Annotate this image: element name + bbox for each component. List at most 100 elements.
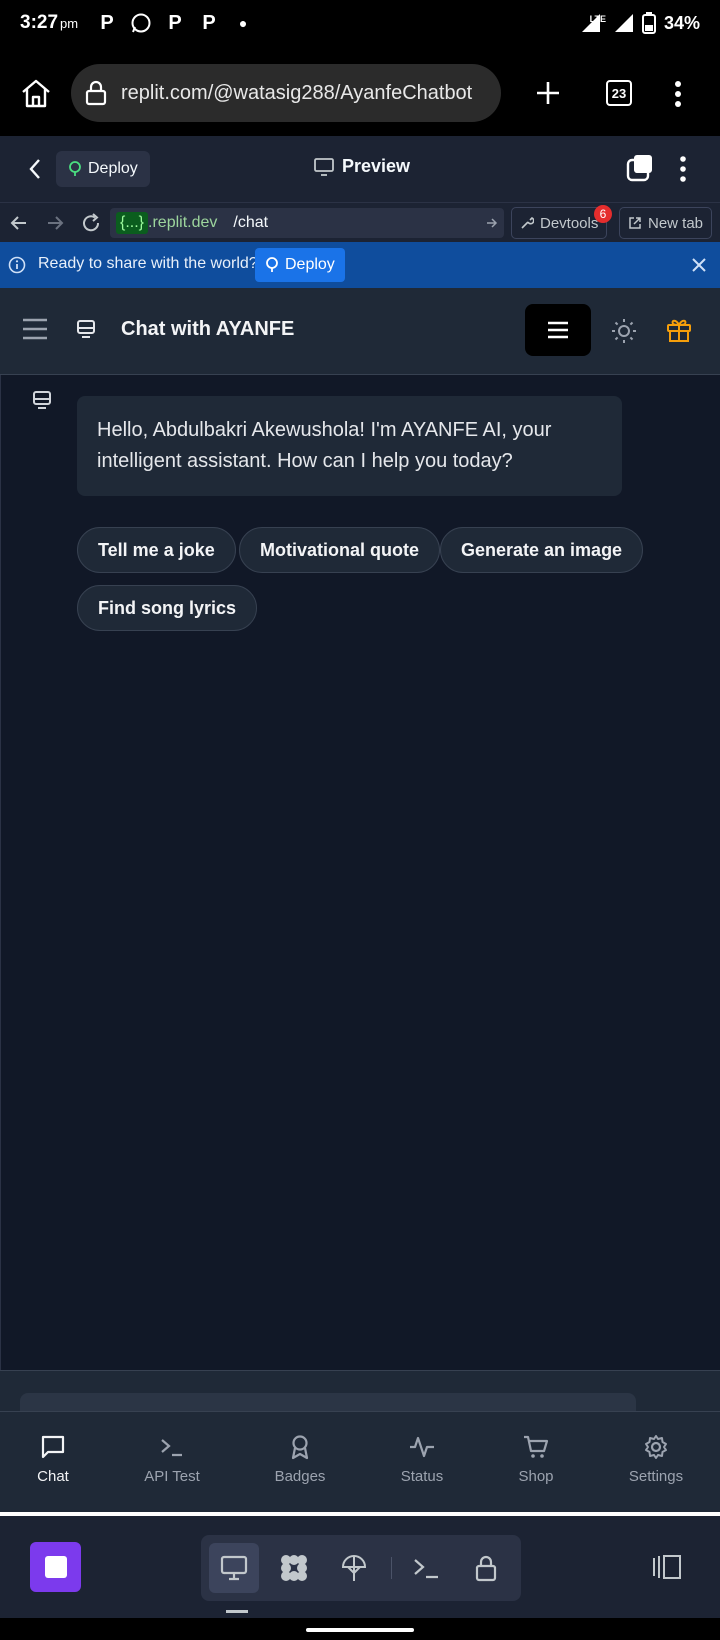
deploy-icon xyxy=(69,161,81,176)
nav-back-icon[interactable] xyxy=(10,215,28,231)
new-tab-button[interactable]: New tab xyxy=(619,207,713,239)
nav-shop-label: Shop xyxy=(518,1468,554,1485)
app-header: Chat with AYANFE xyxy=(0,288,720,375)
nav-forward-icon[interactable] xyxy=(46,215,64,231)
devtools-label: Devtools xyxy=(540,214,599,232)
secrets-tool-button[interactable] xyxy=(461,1543,511,1593)
new-tab-label: New tab xyxy=(648,214,704,232)
preview-url-field[interactable]: {...} .replit.dev /chat xyxy=(110,208,504,238)
lock-icon xyxy=(85,80,107,106)
page-title: Chat with AYANFE xyxy=(121,318,295,340)
info-icon xyxy=(8,256,26,274)
tabs-overview-icon[interactable] xyxy=(626,154,654,182)
badge-icon xyxy=(291,1435,309,1460)
home-icon[interactable] xyxy=(20,78,52,108)
deploy-button[interactable]: Deploy xyxy=(56,151,150,187)
suggestion-joke[interactable]: Tell me a joke xyxy=(77,527,236,573)
status-time: 3:27 xyxy=(20,12,59,33)
terminal-icon xyxy=(161,1439,182,1457)
split-pane-icon[interactable] xyxy=(650,1554,682,1580)
devtools-badge: 6 xyxy=(594,205,612,223)
message-input[interactable] xyxy=(20,1393,636,1413)
new-tab-plus-icon[interactable] xyxy=(535,80,561,106)
bottom-nav: Chat API Test Badges Status Shop Setting… xyxy=(0,1411,720,1512)
banner-deploy-label: Deploy xyxy=(285,256,335,273)
whatsapp-icon xyxy=(130,12,152,34)
deploy-banner: Ready to share with the world? Deploy xyxy=(0,242,720,288)
workspace-tools xyxy=(201,1535,521,1601)
activity-icon xyxy=(410,1436,434,1458)
nav-settings-label: Settings xyxy=(628,1468,684,1485)
battery-percent: 34% xyxy=(663,12,700,33)
status-bar: 3:27 pm P P P ● LTE 34% xyxy=(0,0,720,46)
preview-tool-button[interactable] xyxy=(209,1543,259,1593)
nav-badges[interactable]: Badges xyxy=(245,1434,355,1485)
nav-api-test-label: API Test xyxy=(144,1468,200,1485)
go-arrow-icon[interactable] xyxy=(486,217,498,229)
nav-chat-label: Chat xyxy=(37,1468,69,1485)
wrench-icon xyxy=(521,217,534,229)
url-bar[interactable]: replit.com/@watasig288/AyanfeChatbot xyxy=(71,64,501,122)
bot-message-line-2: intelligent assistant. How can I help yo… xyxy=(97,450,513,472)
lock-icon xyxy=(475,1555,497,1582)
suggestion-quote[interactable]: Motivational quote xyxy=(239,527,440,573)
url-text: replit.com/@watasig288/AyanfeChatbot xyxy=(121,81,473,104)
hamburger-menu-icon xyxy=(548,321,568,339)
bot-message-line-1: Hello, Abdulbakri Akewushola! I'm AYANFE… xyxy=(97,419,552,441)
nav-shop[interactable]: Shop xyxy=(481,1434,591,1485)
browser-menu-icon[interactable] xyxy=(674,80,682,108)
nav-badges-label: Badges xyxy=(274,1468,326,1485)
banner-text: Ready to share with the world? xyxy=(38,255,258,272)
terminal-icon xyxy=(414,1559,438,1579)
chat-area[interactable]: Hello, Abdulbakri Akewushola! I'm AYANFE… xyxy=(0,375,720,1370)
nav-api-test[interactable]: API Test xyxy=(117,1434,227,1485)
status-ampm: pm xyxy=(60,15,79,31)
close-icon[interactable] xyxy=(692,258,706,272)
deploy-icon xyxy=(341,1555,367,1581)
nav-status[interactable]: Status xyxy=(367,1434,477,1485)
run-stop-button[interactable] xyxy=(30,1542,81,1592)
tab-switcher-button[interactable]: 23 xyxy=(606,80,632,106)
url-host-braces: {...} xyxy=(116,212,149,234)
deploy-label: Deploy xyxy=(88,160,138,177)
screen: 3:27 pm P P P ● LTE 34% replit.com/@wata… xyxy=(0,0,720,1640)
sun-theme-icon[interactable] xyxy=(611,318,637,344)
more-options-icon[interactable] xyxy=(679,156,687,182)
nav-status-label: Status xyxy=(400,1468,444,1485)
suggestion-image[interactable]: Generate an image xyxy=(440,527,644,573)
signal-icon-2 xyxy=(614,14,633,32)
back-chevron-icon[interactable] xyxy=(28,158,42,180)
cart-icon xyxy=(524,1435,549,1458)
banner-deploy-button[interactable]: Deploy xyxy=(255,248,345,282)
preview-address-row: {...} .replit.dev /chat Devtools 6 New t… xyxy=(0,202,720,242)
bot-message-bubble: Hello, Abdulbakri Akewushola! I'm AYANFE… xyxy=(77,396,622,496)
network-type: LTE xyxy=(589,14,606,24)
nav-chat[interactable]: Chat xyxy=(0,1434,108,1485)
home-indicator[interactable] xyxy=(306,1628,414,1632)
notification-p-icon: P xyxy=(202,11,216,34)
suggestion-lyrics[interactable]: Find song lyrics xyxy=(77,585,258,631)
battery-icon xyxy=(641,12,656,34)
reload-icon[interactable] xyxy=(81,213,101,233)
deploy-tool-button[interactable] xyxy=(329,1543,379,1593)
hamburger-menu-icon[interactable] xyxy=(22,318,48,340)
gear-icon xyxy=(645,1435,667,1459)
nav-settings[interactable]: Settings xyxy=(601,1434,711,1485)
mobile-menu-button[interactable] xyxy=(525,304,591,356)
shell-tool-button[interactable] xyxy=(401,1543,451,1593)
more-notifications-dot-icon: ● xyxy=(238,15,248,31)
active-tool-indicator xyxy=(226,1610,248,1613)
stop-icon xyxy=(44,1556,67,1578)
monitor-icon xyxy=(314,157,334,176)
bot-monitor-icon xyxy=(77,320,95,338)
chat-icon xyxy=(41,1435,65,1459)
apps-tool-button[interactable] xyxy=(269,1543,319,1593)
browser-toolbar: replit.com/@watasig288/AyanfeChatbot 23 xyxy=(0,46,720,136)
devtools-button[interactable]: Devtools xyxy=(511,207,608,239)
preview-title: Preview xyxy=(314,156,410,177)
deploy-icon xyxy=(266,257,278,272)
replit-toolbar xyxy=(0,1516,720,1618)
gift-icon[interactable] xyxy=(666,317,692,343)
bot-avatar-icon xyxy=(33,391,51,409)
toolbar-divider xyxy=(391,1557,392,1579)
